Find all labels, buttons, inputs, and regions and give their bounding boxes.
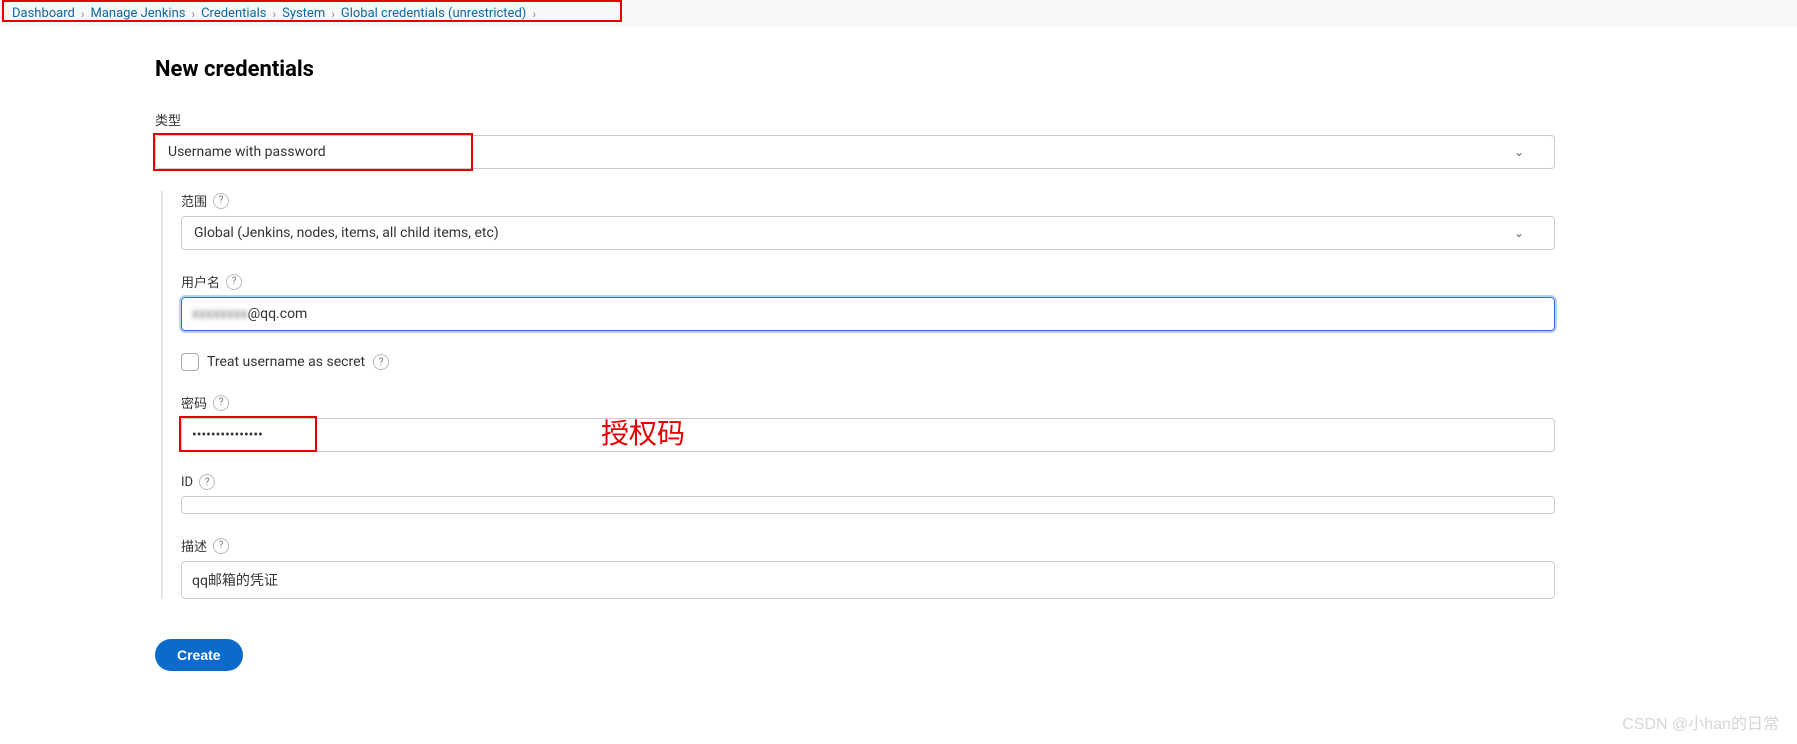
create-button[interactable]: Create xyxy=(155,639,243,671)
id-input[interactable] xyxy=(181,496,1555,514)
username-input[interactable]: xxxxxxxx@qq.com xyxy=(181,297,1555,331)
scope-select[interactable]: Global (Jenkins, nodes, items, all child… xyxy=(181,216,1555,250)
chevron-right-icon: › xyxy=(272,7,276,21)
chevron-right-icon: › xyxy=(331,7,335,21)
label-type: 类型 xyxy=(155,110,1555,129)
breadcrumb-system[interactable]: System xyxy=(282,6,325,21)
help-icon[interactable]: ? xyxy=(213,538,229,554)
chevron-right-icon: › xyxy=(191,7,195,21)
treat-username-as-secret-checkbox[interactable] xyxy=(181,353,199,371)
type-select[interactable]: Username with password ⌄ xyxy=(155,135,1555,169)
help-icon[interactable]: ? xyxy=(226,274,242,290)
watermark: CSDN @小han的日常 xyxy=(1622,710,1779,734)
label-password: 密码 xyxy=(181,393,207,412)
description-value: qq邮箱的凭证 xyxy=(192,573,278,589)
breadcrumb-global-credentials[interactable]: Global credentials (unrestricted) xyxy=(341,6,526,21)
breadcrumb-credentials[interactable]: Credentials xyxy=(201,6,266,21)
credential-fields: 范围 ? Global (Jenkins, nodes, items, all … xyxy=(161,191,1555,599)
help-icon[interactable]: ? xyxy=(213,395,229,411)
chevron-right-icon: › xyxy=(532,7,536,21)
label-description: 描述 xyxy=(181,536,207,555)
help-icon[interactable]: ? xyxy=(373,354,389,370)
help-icon[interactable]: ? xyxy=(199,474,215,490)
page-title: New credentials xyxy=(155,57,1555,82)
chevron-down-icon: ⌄ xyxy=(1514,226,1524,240)
type-select-value: Username with password xyxy=(168,144,326,160)
description-input[interactable]: qq邮箱的凭证 xyxy=(181,561,1555,599)
username-redacted-part: xxxxxxxx xyxy=(192,306,248,322)
label-type-text: 类型 xyxy=(155,110,181,129)
password-value: ••••••••••••••• xyxy=(192,427,263,443)
breadcrumb: Dashboard › Manage Jenkins › Credentials… xyxy=(0,0,1797,27)
breadcrumb-manage-jenkins[interactable]: Manage Jenkins xyxy=(90,6,185,21)
scope-select-value: Global (Jenkins, nodes, items, all child… xyxy=(194,225,499,241)
username-suffix: @qq.com xyxy=(248,306,308,322)
help-icon[interactable]: ? xyxy=(213,193,229,209)
label-treat-secret: Treat username as secret xyxy=(207,354,365,370)
label-username: 用户名 xyxy=(181,272,220,291)
page-content: New credentials 类型 Username with passwor… xyxy=(155,27,1555,671)
password-input[interactable]: ••••••••••••••• xyxy=(181,418,1555,452)
label-scope: 范围 xyxy=(181,191,207,210)
chevron-right-icon: › xyxy=(81,7,85,21)
breadcrumb-dashboard[interactable]: Dashboard xyxy=(12,6,75,21)
chevron-down-icon: ⌄ xyxy=(1514,145,1524,159)
label-id: ID xyxy=(181,475,193,490)
